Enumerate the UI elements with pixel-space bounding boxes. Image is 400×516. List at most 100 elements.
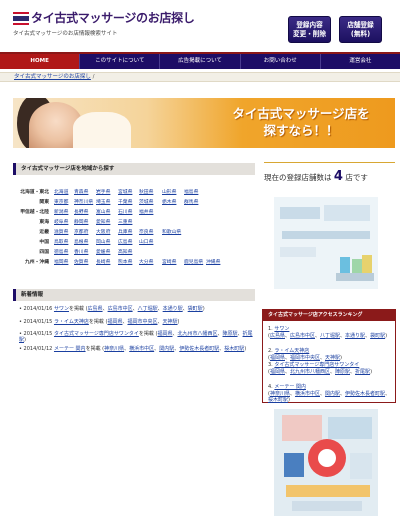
prefecture-link[interactable]: 神奈川県 [74,198,93,205]
ranking-area-link[interactable]: 桜木町駅 [268,397,288,403]
region-section-title: タイ古式マッサージ店を地域から探す [13,163,255,175]
prefecture-link[interactable]: 大阪府 [96,228,110,235]
prefecture-link[interactable]: 三重県 [118,218,132,225]
ranking-area-link[interactable]: 広島県 [270,333,285,339]
prefecture-link[interactable]: 兵庫県 [118,228,132,235]
prefecture-link[interactable]: 宮城県 [118,188,132,195]
news-shop-link[interactable]: サワン [54,306,69,312]
ranking-area-link[interactable]: 横浜市中区 [295,391,320,397]
ranking-area-link[interactable]: 八丁堀駅 [320,333,340,339]
nav-company[interactable]: 運営会社 [321,54,400,69]
news-shop-link[interactable]: メーテー 関内 [54,346,86,352]
prefecture-link[interactable]: 長野県 [74,208,88,215]
prefecture-link[interactable]: 香川県 [74,248,88,255]
shop-register-button[interactable]: 店舗登録 (無料) [339,16,382,43]
ranking-area-link[interactable]: 陣原駅 [335,369,350,375]
prefecture-link[interactable]: 滋賀県 [54,228,68,235]
ranking-area-link[interactable]: 伊勢佐木長者町駅 [345,391,385,397]
news-area-link[interactable]: 八丁堀駅 [138,306,158,312]
prefecture-link[interactable]: 新潟県 [54,208,68,215]
prefecture-link[interactable]: 岡山県 [96,238,110,245]
ranking-area-link[interactable]: 関内駅 [325,391,340,397]
news-area-link[interactable]: 関内駅 [159,346,174,352]
prefecture-link[interactable]: 広島県 [118,238,132,245]
prefecture-link[interactable]: 群馬県 [184,198,198,205]
ranking-area-link[interactable]: 神奈川県 [270,391,290,397]
news-area-link[interactable]: 北九州市八幡西区 [177,331,217,337]
register-change-button[interactable]: 登録内容 変更・削除 [288,16,331,43]
ranking-area-link[interactable]: 袋町駅 [370,333,385,339]
breadcrumb-home-link[interactable]: タイ古式マッサージのお店探し [14,74,91,80]
prefecture-link[interactable]: 愛媛県 [96,248,110,255]
prefecture-link[interactable]: 埼玉県 [96,198,110,205]
ranking-area-link[interactable]: 広島市中区 [290,333,315,339]
sidebar-ad-1[interactable] [274,197,378,289]
prefecture-link[interactable]: 宮崎県 [162,258,176,265]
ranking-area-link[interactable]: 福岡県 [270,355,285,361]
ranking-area-link[interactable]: 天神駅 [325,355,340,361]
ranking-shop-link[interactable]: ラ・イム天神店 [274,348,309,354]
news-area-link[interactable]: 本通り駅 [163,306,183,312]
ranking-shop-link[interactable]: タイ古式マッサージ専門店サワンタイ [274,362,359,368]
nav-home[interactable]: HOME [0,54,81,69]
ranking-area-link[interactable]: 北九州市八幡西区 [290,369,330,375]
prefecture-link[interactable]: 徳島県 [54,248,68,255]
nav-advertising[interactable]: 広告掲載について [160,54,241,69]
ranking-shop-link[interactable]: メーテー 関内 [274,384,306,390]
prefecture-link[interactable]: 大分県 [139,258,153,265]
prefecture-link[interactable]: 秋田県 [139,188,153,195]
prefecture-link[interactable]: 島根県 [74,238,88,245]
prefecture-link[interactable]: 鹿児島県 [184,258,203,265]
prefecture-link[interactable]: 熊本県 [118,258,132,265]
prefecture-link[interactable]: 山口県 [139,238,153,245]
news-shop-link[interactable]: タイ古式マッサージ専門店サワンタイ [54,331,139,337]
news-area-link[interactable]: 伊勢佐木長者町駅 [179,346,219,352]
prefecture-link[interactable]: 長崎県 [96,258,110,265]
news-area-link[interactable]: 神奈川県 [104,346,124,352]
hero-banner[interactable]: タイ古式マッサージ店を 探すなら！！ [13,98,395,148]
prefecture-link[interactable]: 高知県 [118,248,132,255]
prefecture-link[interactable]: 沖縄県 [206,258,220,265]
prefecture-link[interactable]: 佐賀県 [74,258,88,265]
prefecture-link[interactable]: 愛知県 [96,218,110,225]
prefecture-link[interactable]: 北海道 [54,188,68,195]
news-area-link[interactable]: 天神駅 [163,319,178,325]
ranking-area-link[interactable]: 福岡県 [270,369,285,375]
nav-about[interactable]: このサイトについて [80,54,161,69]
news-shop-link[interactable]: ラ・イム天神店 [54,319,89,325]
news-area-link[interactable]: 広島県 [88,306,103,312]
prefecture-link[interactable]: 岐阜県 [54,218,68,225]
prefecture-link[interactable]: 和歌山県 [162,228,181,235]
news-area-link[interactable]: 広島市中区 [108,306,133,312]
nav-contact[interactable]: お問い合わせ [241,54,321,69]
news-area-link[interactable]: 福岡県 [157,331,172,337]
prefecture-link[interactable]: 山形県 [162,188,176,195]
prefecture-link[interactable]: 石川県 [118,208,132,215]
ranking-area-link[interactable]: 折尾駅 [355,369,370,375]
ranking-shop-link[interactable]: サワン [274,326,289,332]
prefecture-link[interactable]: 東京都 [54,198,68,205]
news-area-link[interactable]: 横浜市中区 [129,346,154,352]
prefecture-link[interactable]: 奈良県 [139,228,153,235]
news-area-link[interactable]: 陣原駅 [223,331,238,337]
news-area-link[interactable]: 福岡県 [107,319,122,325]
prefecture-link[interactable]: 京都府 [74,228,88,235]
prefecture-link[interactable]: 青森県 [74,188,88,195]
prefecture-link[interactable]: 福岡県 [54,258,68,265]
prefecture-link[interactable]: 千葉県 [118,198,132,205]
prefecture-link[interactable]: 岩手県 [96,188,110,195]
sidebar-ad-2[interactable] [274,409,378,516]
ranking-area-link[interactable]: 福岡市中央区 [290,355,320,361]
prefecture-link[interactable]: 福井県 [139,208,153,215]
news-area-link[interactable]: 福岡市中央区 [127,319,157,325]
prefecture-link[interactable]: 福島県 [184,188,198,195]
prefecture-link[interactable]: 富山県 [96,208,110,215]
ranking-area-link[interactable]: 本通り駅 [345,333,365,339]
prefecture-link[interactable]: 茨城県 [139,198,153,205]
prefecture-link[interactable]: 鳥取県 [54,238,68,245]
news-area-link[interactable]: 桜木町駅 [224,346,244,352]
prefecture-link[interactable]: 静岡県 [74,218,88,225]
prefecture-link[interactable]: 栃木県 [162,198,176,205]
site-title[interactable]: タイ古式マッサージのお店探し [31,9,195,26]
news-area-link[interactable]: 袋町駅 [188,306,203,312]
